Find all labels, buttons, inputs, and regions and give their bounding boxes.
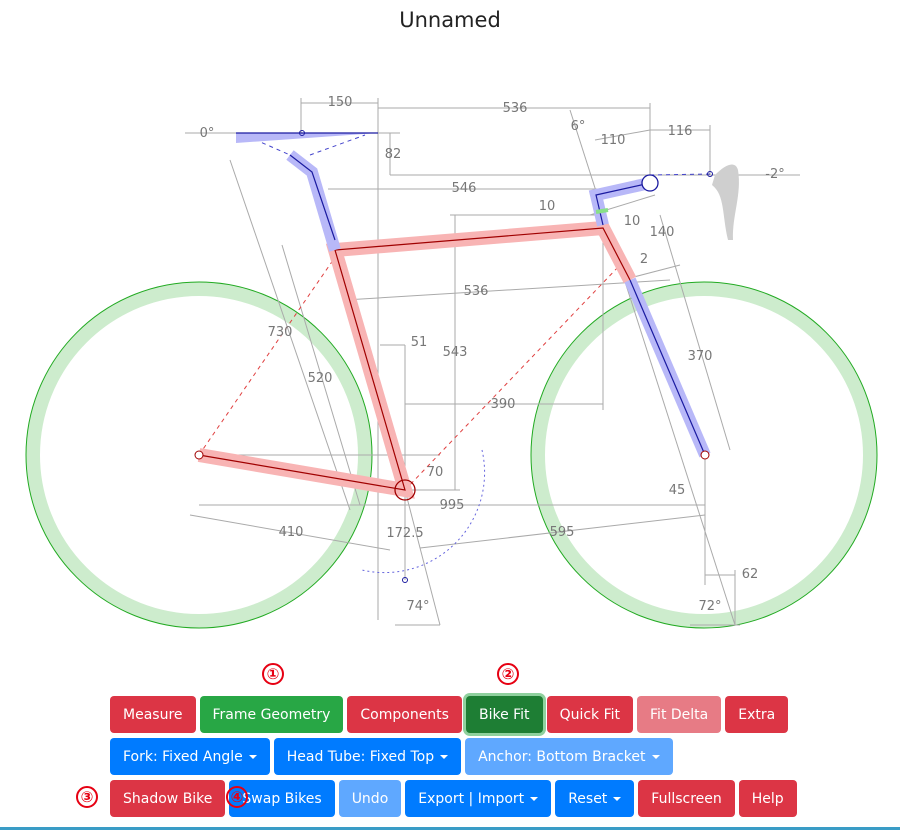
caret-down-icon bbox=[248, 754, 257, 759]
dimension-labels: 150 0° 82 536 6° 110 116 -2° 546 10 10 1… bbox=[200, 95, 785, 614]
label-reach: 536 bbox=[464, 284, 489, 299]
anchor-dropdown[interactable]: Anchor: Bottom Bracket bbox=[465, 738, 673, 775]
caret-down-icon bbox=[651, 754, 660, 759]
cockpit bbox=[236, 130, 713, 583]
label-fork-offset: 45 bbox=[669, 483, 686, 498]
options-toolbar: Fork: Fixed Angle Head Tube: Fixed Top A… bbox=[110, 738, 673, 775]
mode-toolbar: Measure Frame Geometry Components Bike F… bbox=[110, 696, 789, 733]
marker-2: ② bbox=[497, 663, 519, 685]
extra-button[interactable]: Extra bbox=[725, 696, 789, 733]
caret-down-icon bbox=[613, 796, 622, 801]
head-tube-dropdown[interactable]: Head Tube: Fixed Top bbox=[273, 738, 462, 775]
label-fork-length: 370 bbox=[688, 349, 713, 364]
fit-delta-button[interactable]: Fit Delta bbox=[637, 696, 722, 733]
label-stem-length: 110 bbox=[601, 133, 626, 148]
marker-3: ③ bbox=[76, 786, 98, 808]
export-import-label: Export | Import bbox=[418, 790, 525, 807]
label-bb-drop: 70 bbox=[427, 465, 444, 480]
label-seat-angle: 74° bbox=[406, 599, 429, 614]
label-head-angle: 72° bbox=[698, 599, 721, 614]
label-effective-top-tube: 546 bbox=[452, 181, 477, 196]
rear-axle[interactable] bbox=[194, 450, 204, 460]
label-seat-offset: 51 bbox=[411, 335, 428, 350]
label-saddle-height: 730 bbox=[268, 325, 293, 340]
label-saddle-drop: 82 bbox=[385, 147, 402, 162]
quick-fit-button[interactable]: Quick Fit bbox=[546, 696, 634, 733]
measure-button[interactable]: Measure bbox=[110, 696, 196, 733]
label-reach-top: 536 bbox=[503, 101, 528, 116]
reset-dropdown[interactable]: Reset bbox=[555, 780, 635, 817]
fork-dropdown[interactable]: Fork: Fixed Angle bbox=[110, 738, 270, 775]
label-headset-stack: 140 bbox=[650, 225, 675, 240]
fullscreen-button[interactable]: Fullscreen bbox=[638, 780, 735, 817]
label-spacer-b: 10 bbox=[624, 214, 641, 229]
label-trail: 62 bbox=[742, 567, 759, 582]
label-bar-reach: 116 bbox=[668, 124, 693, 139]
marker-1: ① bbox=[262, 663, 284, 685]
undo-button[interactable]: Undo bbox=[338, 780, 402, 817]
label-saddle-setback: 150 bbox=[328, 95, 353, 110]
head-tube-dropdown-label: Head Tube: Fixed Top bbox=[286, 748, 435, 765]
label-seat-tube: 520 bbox=[308, 371, 333, 386]
label-spacer-a: 10 bbox=[539, 199, 556, 214]
label-crank-length: 172.5 bbox=[386, 526, 423, 541]
marker-4: ④ bbox=[226, 786, 248, 808]
label-front-center: 595 bbox=[550, 525, 575, 540]
frame-geometry-button[interactable]: Frame Geometry bbox=[199, 696, 344, 733]
caret-down-icon bbox=[530, 796, 539, 801]
bike-fit-button[interactable]: Bike Fit bbox=[465, 696, 543, 733]
front-axle[interactable] bbox=[700, 450, 710, 460]
label-chainstay: 410 bbox=[279, 525, 304, 540]
components-button[interactable]: Components bbox=[347, 696, 462, 733]
shadow-bike-button[interactable]: Shadow Bike bbox=[110, 780, 226, 817]
anchor-dropdown-label: Anchor: Bottom Bracket bbox=[478, 748, 646, 765]
label-lower-headset: 2 bbox=[640, 252, 648, 267]
label-bar-angle: -2° bbox=[765, 167, 784, 182]
fork-dropdown-label: Fork: Fixed Angle bbox=[123, 748, 243, 765]
actions-toolbar: Shadow Bike Swap Bikes Undo Export | Imp… bbox=[110, 780, 797, 817]
bike-geometry-diagram[interactable]: 150 0° 82 536 6° 110 116 -2° 546 10 10 1… bbox=[0, 0, 900, 650]
label-saddle-angle: 0° bbox=[200, 126, 215, 141]
label-wheelbase: 995 bbox=[440, 498, 465, 513]
caret-down-icon bbox=[440, 754, 449, 759]
label-bb-to-ht: 390 bbox=[491, 397, 516, 412]
label-stem-angle: 6° bbox=[571, 119, 586, 134]
label-stack: 543 bbox=[443, 345, 468, 360]
reset-label: Reset bbox=[568, 790, 608, 807]
help-button[interactable]: Help bbox=[738, 780, 797, 817]
handlebar-drops bbox=[712, 164, 739, 240]
export-import-dropdown[interactable]: Export | Import bbox=[405, 780, 552, 817]
